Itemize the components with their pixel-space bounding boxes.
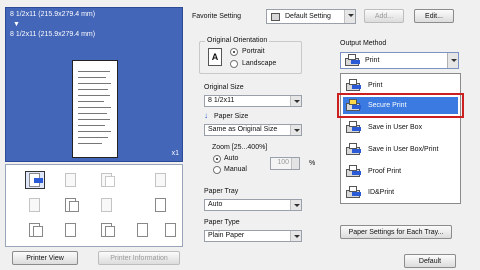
booklet-function-icon[interactable]: [26, 222, 44, 238]
printer-icon: [344, 54, 361, 67]
orientation-preview-icon: A: [208, 48, 222, 66]
zoom-manual-label: Manual: [224, 166, 247, 173]
original-orientation-title: Original Orientation: [205, 37, 270, 44]
paper-preview-panel: 8 1/2x11 (215.9x279.4 mm) ▼ 8 1/2x11 (21…: [5, 7, 183, 162]
finishing-function-icon[interactable]: [98, 172, 116, 188]
paper-size-label: Paper Size: [214, 113, 249, 120]
zoom-auto-label: Auto: [224, 155, 239, 162]
output-method-item-print[interactable]: Print: [343, 77, 458, 94]
chevron-down-icon: [344, 10, 355, 23]
printer-information-button: Printer Information: [98, 251, 180, 265]
paper-tray-label: Paper Tray: [204, 188, 239, 195]
proof-print-icon: [345, 165, 362, 178]
function-icon-grid: [5, 164, 183, 247]
edit-favorite-button[interactable]: Edit...: [414, 9, 454, 23]
zoom-value-spinbox: 100: [270, 157, 300, 170]
zoom-unit-label: %: [309, 160, 316, 167]
portrait-label: Portrait: [242, 48, 265, 55]
duplex-function-icon[interactable]: [98, 222, 116, 238]
chevron-down-icon: [290, 96, 301, 106]
user-box-icon: [345, 121, 362, 134]
chevron-down-icon: [290, 125, 301, 135]
original-size-label: Original Size: [204, 84, 244, 91]
output-method-label: Output Method: [340, 40, 387, 47]
favorite-setting-dropdown[interactable]: Default Setting: [266, 9, 356, 24]
output-print-function-icon[interactable]: [25, 171, 45, 189]
page-preview-image: [72, 60, 118, 158]
zoom-auto-radio[interactable]: [213, 155, 221, 163]
down-arrow-icon: ↓: [204, 111, 208, 120]
image-quality-function-icon[interactable]: [62, 222, 80, 238]
zoom-label: Zoom [25...400%]: [212, 144, 268, 151]
punch-function-icon[interactable]: [134, 222, 152, 238]
stapling-function-icon[interactable]: [152, 197, 170, 213]
output-method-item-save-in-user-box[interactable]: Save in User Box: [343, 119, 458, 136]
output-method-item-id-print[interactable]: ID&Print: [343, 184, 458, 201]
printer-icon: [345, 79, 362, 92]
down-arrow-icon: ▼: [13, 21, 20, 28]
printer-icon: [271, 13, 280, 21]
text-layout-function-icon[interactable]: [98, 197, 116, 213]
printer-view-button[interactable]: Printer View: [12, 251, 78, 265]
default-button[interactable]: Default: [404, 254, 456, 268]
layout-function-icon[interactable]: [62, 172, 80, 188]
paper-settings-for-each-tray-button[interactable]: Paper Settings for Each Tray...: [340, 225, 452, 239]
fold-function-icon[interactable]: [162, 222, 180, 238]
output-method-dropdown[interactable]: Print: [340, 52, 459, 69]
paper-type-label: Paper Type: [204, 219, 240, 226]
landscape-label: Landscape: [242, 60, 277, 67]
selection-highlight-box: [337, 93, 464, 118]
original-paper-size-text: 8 1/2x11 (215.9x279.4 mm): [10, 11, 96, 18]
zoom-manual-radio[interactable]: [213, 166, 221, 174]
paper-tray-dropdown[interactable]: Auto: [204, 199, 302, 211]
spinner-arrows-icon: [291, 158, 299, 169]
add-favorite-button: Add...: [364, 9, 404, 23]
favorite-setting-label: Favorite Setting: [192, 13, 242, 20]
portrait-radio[interactable]: [230, 48, 238, 56]
stamp-function-icon[interactable]: [152, 172, 170, 188]
combination-function-icon[interactable]: [62, 197, 80, 213]
copies-count: x1: [171, 150, 179, 157]
user-box-print-icon: [345, 143, 362, 156]
chevron-down-icon: [290, 200, 301, 210]
cover-mode-function-icon[interactable]: [26, 197, 44, 213]
output-method-item-proof-print[interactable]: Proof Print: [343, 163, 458, 180]
chevron-down-icon: [447, 53, 458, 68]
output-paper-size-text: 8 1/2x11 (215.9x279.4 mm): [10, 31, 96, 38]
original-size-dropdown[interactable]: 8 1/2x11: [204, 95, 302, 107]
paper-size-dropdown[interactable]: Same as Original Size: [204, 124, 302, 136]
id-print-icon: [345, 186, 362, 199]
output-method-item-save-in-user-box-print[interactable]: Save in User Box/Print: [343, 141, 458, 158]
paper-type-dropdown[interactable]: Plain Paper: [204, 230, 302, 242]
landscape-radio[interactable]: [230, 60, 238, 68]
chevron-down-icon: [290, 231, 301, 241]
